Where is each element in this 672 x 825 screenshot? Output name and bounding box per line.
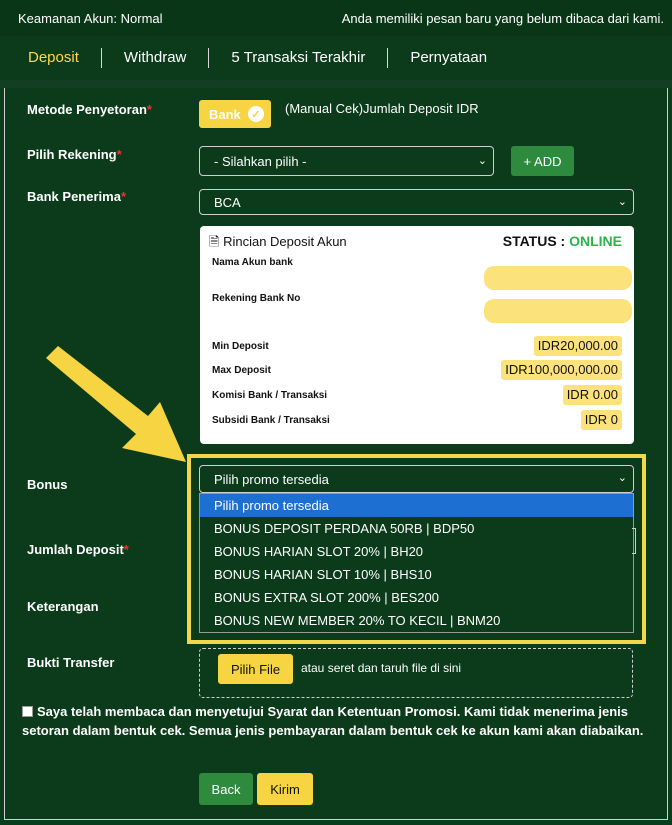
min-deposit-value: IDR20,000.00 [533, 336, 622, 356]
tab-withdraw[interactable]: Withdraw [102, 48, 210, 68]
tab-deposit[interactable]: Deposit [0, 48, 102, 68]
tab-statement[interactable]: Pernyataan [388, 48, 509, 68]
card-title: 🗎 Rincian Deposit Akun [209, 233, 347, 255]
document-icon: 🗎 [209, 234, 220, 249]
status-badge: STATUS : ONLINE [503, 233, 622, 249]
receiver-label: Bank Penerima* [27, 189, 126, 204]
bonus-option[interactable]: BONUS HARIAN SLOT 20% | BH20 [200, 540, 633, 563]
chevron-down-icon: ⌄ [617, 472, 627, 484]
receiver-bank-select[interactable]: BCA ⌄ [199, 189, 634, 215]
unread-message-notice[interactable]: Anda memiliki pesan baru yang belum diba… [342, 11, 664, 26]
bank-method-button[interactable]: Bank ✓ [199, 100, 271, 128]
max-deposit-value: IDR100,000,000.00 [501, 360, 622, 380]
add-account-button[interactable]: + ADD [511, 146, 574, 176]
account-no-label: Rekening Bank No [212, 293, 301, 304]
min-deposit-label: Min Deposit [212, 341, 269, 352]
fee-value: IDR 0.00 [562, 385, 622, 405]
tab-last-transactions[interactable]: 5 Transaksi Terakhir [209, 48, 389, 68]
check-circle-icon: ✓ [247, 106, 264, 122]
method-label: Metode Penyetoran* [27, 102, 152, 117]
amount-label: Jumlah Deposit* [27, 542, 129, 557]
status-prefix: STATUS : [502, 233, 570, 249]
chevron-down-icon: ⌄ [477, 155, 487, 167]
bonus-label: Bonus [27, 477, 68, 492]
terms-checkbox[interactable] [22, 706, 33, 717]
submit-button[interactable]: Kirim [257, 773, 313, 805]
chevron-down-icon: ⌄ [617, 196, 627, 208]
choose-file-button[interactable]: Pilih File [218, 654, 293, 684]
status-value: ONLINE [569, 233, 622, 249]
bonus-option[interactable]: BONUS DEPOSIT PERDANA 50RB | BDP50 [200, 517, 633, 540]
method-description: (Manual Cek)Jumlah Deposit IDR [285, 101, 479, 116]
account-name-value [484, 266, 632, 290]
tabs-divider [0, 80, 672, 88]
bonus-select-value: Pilih promo tersedia [214, 471, 329, 487]
yellow-arrow-icon [46, 346, 186, 462]
card-title-text: Rincian Deposit Akun [223, 234, 347, 249]
receiver-select-value: BCA [214, 194, 241, 210]
terms-text: Saya telah membaca dan menyetujui Syarat… [22, 704, 644, 738]
account-select-value: - Silahkan pilih - [214, 153, 307, 169]
file-drop-hint: atau seret dan taruh file di sini [301, 661, 462, 675]
bonus-option[interactable]: BONUS EXTRA SLOT 200% | BES200 [200, 586, 633, 609]
account-name-label: Nama Akun bank [212, 257, 293, 268]
bank-button-label: Bank [209, 106, 241, 122]
max-deposit-label: Max Deposit [212, 365, 271, 376]
proof-label: Bukti Transfer [27, 655, 115, 670]
subsidy-label: Subsidi Bank / Transaksi [212, 415, 330, 426]
transaction-tabs: Deposit Withdraw 5 Transaksi Terakhir Pe… [0, 36, 672, 80]
bonus-option[interactable]: BONUS HARIAN SLOT 10% | BHS10 [200, 563, 633, 586]
bonus-select[interactable]: Pilih promo tersedia ⌄ [199, 465, 634, 493]
account-no-value [484, 299, 632, 323]
amount-input-edge[interactable] [632, 528, 636, 554]
bonus-option[interactable]: BONUS NEW MEMBER 20% TO KECIL | BNM20 [200, 609, 633, 632]
account-security-text: Keamanan Akun: Normal [18, 10, 163, 26]
deposit-details-card: 🗎 Rincian Deposit Akun STATUS : ONLINE N… [200, 226, 634, 444]
subsidy-value: IDR 0 [580, 410, 622, 430]
account-select[interactable]: - Silahkan pilih - ⌄ [199, 146, 494, 176]
bonus-option[interactable]: Pilih promo tersedia [200, 494, 633, 517]
note-label: Keterangan [27, 599, 99, 614]
terms-agreement: Saya telah membaca dan menyetujui Syarat… [22, 702, 652, 740]
back-button[interactable]: Back [199, 773, 253, 805]
bonus-options-list: Pilih promo tersedia BONUS DEPOSIT PERDA… [199, 493, 634, 633]
fee-label: Komisi Bank / Transaksi [212, 390, 328, 401]
account-label: Pilih Rekening* [27, 147, 122, 162]
top-info-bar: Keamanan Akun: Normal Anda memiliki pesa… [0, 0, 672, 36]
